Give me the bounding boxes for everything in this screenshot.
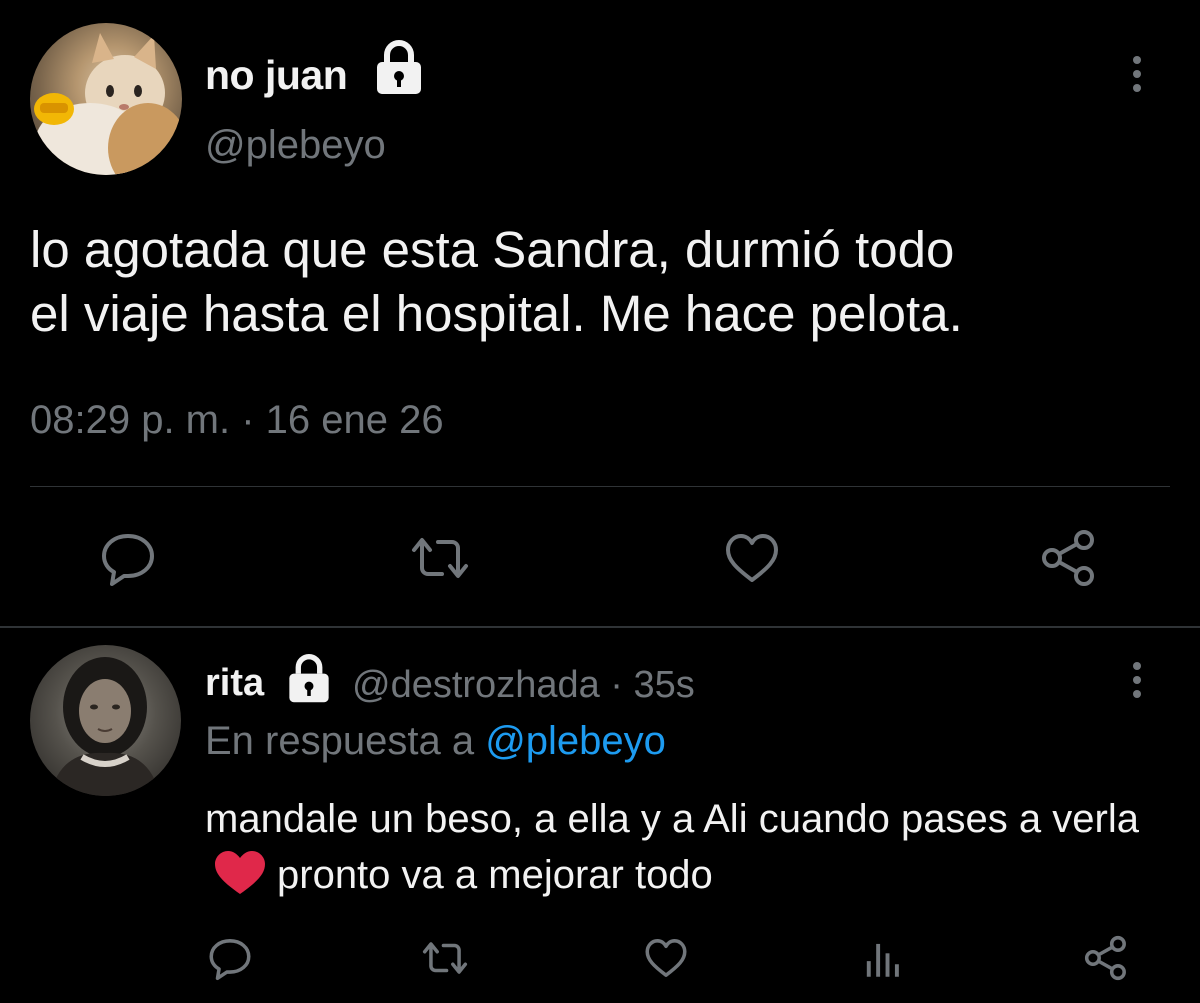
reply-text-part-2: pronto va a mejorar todo <box>277 853 713 897</box>
section-divider <box>0 626 1200 628</box>
woman-avatar-image <box>50 657 160 796</box>
retweet-icon[interactable] <box>420 933 470 983</box>
red-heart-emoji <box>213 850 267 896</box>
retweet-icon[interactable] <box>408 526 472 590</box>
reply-author-display-name[interactable]: rita <box>205 662 264 705</box>
reply-icon[interactable] <box>96 526 160 590</box>
tweet-timestamp[interactable]: 08:29 p. m. · 16 ene 26 <box>30 398 444 443</box>
lock-icon <box>286 654 332 704</box>
like-icon[interactable] <box>641 933 691 983</box>
reply-icon[interactable] <box>205 933 255 983</box>
like-icon[interactable] <box>720 526 784 590</box>
share-icon[interactable] <box>1038 526 1102 590</box>
author-display-name[interactable]: no juan <box>205 52 348 99</box>
more-vertical-icon[interactable] <box>1120 54 1154 94</box>
reply-text-part-1: mandale un beso, a ella y a Ali cuando p… <box>205 797 1139 841</box>
reply-author-avatar[interactable] <box>30 645 181 796</box>
reply-author-handle-time[interactable]: @destrozhada · 35s <box>352 664 695 707</box>
cat-avatar-image <box>34 33 182 175</box>
author-handle[interactable]: @plebeyo <box>205 123 386 168</box>
reply-text: mandale un beso, a ella y a Ali cuando p… <box>205 791 1180 903</box>
reply-mention-link[interactable]: @plebeyo <box>485 719 666 763</box>
share-icon[interactable] <box>1082 933 1132 983</box>
reply-context-prefix: En respuesta a <box>205 719 486 763</box>
lock-icon <box>374 40 424 96</box>
author-avatar[interactable] <box>30 23 182 175</box>
tweet-text: lo agotada que esta Sandra, durmió todo … <box>30 221 963 342</box>
reply-context: En respuesta a @plebeyo <box>205 719 666 764</box>
stats-icon[interactable] <box>859 933 909 983</box>
divider <box>30 486 1170 487</box>
more-vertical-icon[interactable] <box>1120 660 1154 700</box>
